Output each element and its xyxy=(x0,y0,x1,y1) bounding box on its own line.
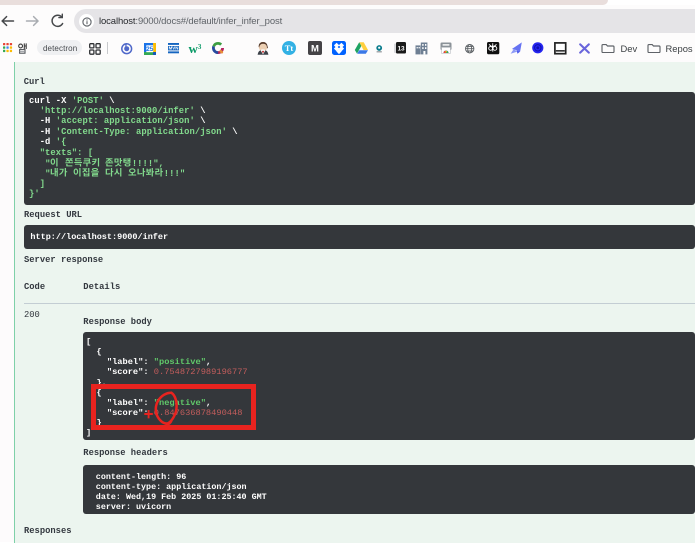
svg-text:Tt: Tt xyxy=(285,43,294,53)
svg-text:25: 25 xyxy=(146,45,154,52)
svg-text:13: 13 xyxy=(397,46,405,53)
svg-text:MVN: MVN xyxy=(168,45,178,50)
svg-text:M: M xyxy=(311,44,319,55)
